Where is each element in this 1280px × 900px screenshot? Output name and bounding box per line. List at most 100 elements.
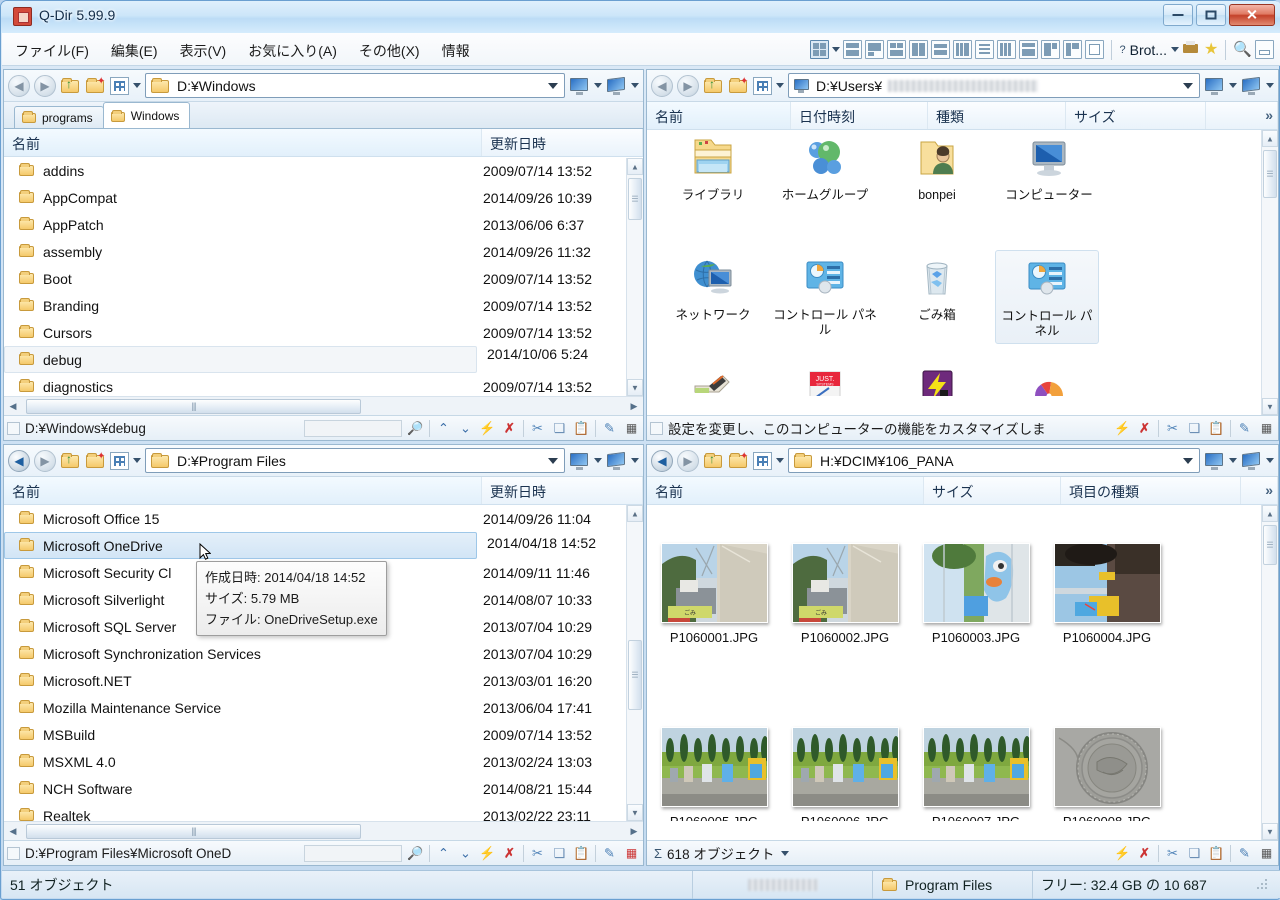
horizontal-scrollbar-top-left[interactable]: ◀ ▶ [4,396,643,415]
display-alt-dropdown-icon[interactable] [1266,458,1274,463]
new-folder-icon[interactable] [85,76,106,95]
up-icon[interactable]: ⌃ [435,845,452,862]
list-item[interactable]: コントロール パネル [773,256,877,338]
back-button[interactable]: ◀ [8,449,30,472]
view-grid-icon[interactable] [110,451,129,470]
rename-icon[interactable]: ✎ [1236,845,1253,862]
menu-file[interactable]: ファイル(F) [12,40,92,62]
vertical-scrollbar-top-right[interactable]: ▲ ▼ [1261,130,1278,415]
menu-edit[interactable]: 編集(E) [108,40,161,62]
file-list-bottom-left[interactable]: Microsoft Office 15 2014/09/26 11:04 Micr… [4,505,643,829]
view-grid-icon[interactable] [753,451,772,470]
layout-single-icon[interactable] [1085,40,1105,59]
scroll-up-button[interactable]: ▲ [627,158,643,175]
maximize-button[interactable] [1196,4,1226,26]
back-button[interactable]: ◀ [8,74,30,97]
address-dropdown-icon[interactable] [1183,457,1193,464]
new-folder-icon[interactable] [85,451,106,470]
display-alt-icon[interactable] [606,76,627,95]
rename-icon[interactable]: ✎ [601,845,618,862]
scrollbar-thumb[interactable] [1263,525,1277,565]
list-item[interactable]: ライブラリ [661,136,765,203]
back-button[interactable]: ◀ [651,74,673,97]
file-list-top-left[interactable]: addins 2009/07/14 13:52 AppCompat 2014/09/… [4,157,643,400]
horizontal-scrollbar-bottom-left[interactable]: ◀ ▶ [4,821,643,840]
menu-view[interactable]: 表示(V) [177,40,230,62]
column-more[interactable]: » [1206,102,1278,129]
minimize-button[interactable] [1163,4,1193,26]
column-date[interactable]: 更新日時 [482,129,643,156]
list-item[interactable]: ネットワーク [661,256,765,323]
cut-icon[interactable]: ✂ [1164,420,1181,437]
table-row[interactable]: Microsoft Office 15 2014/09/26 11:04 [4,505,643,532]
find-icon[interactable]: 🔎 [407,845,424,862]
column-type[interactable]: 種類 [928,102,1066,129]
vertical-scrollbar-bottom-left[interactable]: ▲ ▼ [626,505,643,821]
delete-icon[interactable]: ✗ [1136,420,1153,437]
paste-icon[interactable]: 📋 [1208,845,1225,862]
copy-icon[interactable]: ❏ [551,845,568,862]
column-name[interactable]: 名前 [647,477,924,504]
column-more[interactable]: » [1241,477,1278,504]
up-folder-icon[interactable] [703,76,724,95]
grid-icon[interactable]: ▦ [1258,845,1275,862]
view-dropdown-icon[interactable] [776,83,784,88]
table-row[interactable]: Boot 2009/07/14 13:52 [4,265,643,292]
scrollbar-thumb[interactable] [628,640,642,710]
column-name[interactable]: 名前 [647,102,791,129]
menu-info[interactable]: 情報 [439,40,473,62]
zoom-icon[interactable]: 🔍 [1233,42,1252,57]
table-row[interactable]: Cursors 2009/07/14 13:52 [4,319,643,346]
up-folder-icon[interactable] [60,76,81,95]
paste-icon[interactable]: 📋 [573,845,590,862]
view-grid-icon[interactable] [753,76,772,95]
scroll-up-button[interactable]: ▲ [627,505,643,522]
delete-icon[interactable]: ✗ [501,420,518,437]
scrollbar-thumb[interactable] [1263,150,1277,198]
copy-icon[interactable]: ❏ [1186,420,1203,437]
minimize-pane-icon[interactable] [1255,40,1274,59]
display-alt-dropdown-icon[interactable] [1266,83,1274,88]
column-type[interactable]: 項目の種類 [1061,477,1241,504]
table-row[interactable]: MSBuild 2009/07/14 13:52 [4,721,643,748]
table-row[interactable]: AppPatch 2013/06/06 6:37 [4,211,643,238]
list-item[interactable] [885,370,989,396]
down-icon[interactable]: ⌄ [457,845,474,862]
scroll-up-button[interactable]: ▲ [1262,505,1278,522]
table-row[interactable]: Mozilla Maintenance Service 2013/06/04 17… [4,694,643,721]
list-item[interactable]: P1060004.JPG [1042,543,1172,645]
tab-programs[interactable]: programs [14,106,104,128]
scroll-left-button[interactable]: ◀ [4,826,22,837]
table-row[interactable]: MSXML 4.0 2013/02/24 13:03 [4,748,643,775]
scroll-track[interactable] [22,398,625,414]
list-item[interactable]: P1060005.JPG [649,727,779,821]
display-dropdown-icon[interactable] [594,83,602,88]
filter-input[interactable] [304,419,402,437]
scroll-track[interactable] [22,823,625,839]
print-icon[interactable] [1182,40,1201,59]
list-item[interactable]: P1060006.JPG [780,727,910,821]
delete-icon[interactable]: ✗ [501,845,518,862]
list-item[interactable]: JUST. SYSTEMS [773,370,877,396]
display-icon[interactable] [569,77,590,95]
layout-quad-icon[interactable] [810,40,830,59]
column-name[interactable]: 名前 [4,477,482,504]
new-folder-icon[interactable] [728,76,749,95]
tab-windows[interactable]: Windows [102,102,191,128]
status-dropdown-icon[interactable] [781,850,790,856]
find-icon[interactable]: 🔎 [407,420,424,437]
scrollbar-thumb[interactable] [628,178,642,220]
back-button[interactable]: ◀ [651,449,673,472]
layout-4-icon[interactable] [909,40,929,59]
address-field-bottom-left[interactable]: D:¥Program Files [145,448,565,473]
list-item[interactable]: コンピューター [997,136,1101,203]
display-icon[interactable] [1204,452,1225,470]
zap-icon[interactable]: ⚡ [479,845,496,862]
list-item[interactable]: P1060008.JPG [1042,727,1172,821]
rename-icon[interactable]: ✎ [601,420,618,437]
layout-3-icon[interactable] [887,40,907,59]
column-datetime[interactable]: 日付時刻 [791,102,928,129]
scroll-left-button[interactable]: ◀ [4,401,22,412]
vertical-scrollbar-top-left[interactable]: ▲ ▼ [626,158,643,396]
display-alt-dropdown-icon[interactable] [631,458,639,463]
